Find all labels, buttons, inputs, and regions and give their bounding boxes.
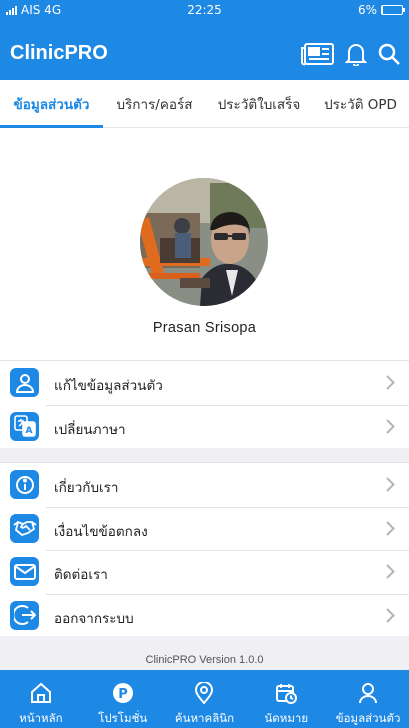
- menu-item-label: เงื่อนไขข้อตกลง: [54, 523, 148, 540]
- menu-item-label: ติดต่อเรา: [54, 567, 108, 583]
- nav-label: นัดหมาย: [264, 711, 309, 725]
- menu-item-contact-us[interactable]: ติดต่อเรา: [0, 550, 409, 594]
- version-label: ClinicPRO Version 1.0.0: [145, 654, 264, 666]
- avatar[interactable]: [140, 178, 268, 306]
- profile-icon: [358, 682, 378, 708]
- bell-icon[interactable]: [345, 42, 367, 66]
- news-icon[interactable]: [301, 42, 335, 66]
- battery-icon: [381, 5, 405, 15]
- home-icon: [30, 682, 52, 708]
- nav-home[interactable]: หน้าหลัก: [0, 670, 82, 728]
- nav-label: หน้าหลัก: [19, 711, 63, 725]
- svg-text:A: A: [25, 426, 32, 436]
- promotion-icon: P: [112, 682, 134, 708]
- profile-section: Prasan Srisopa: [0, 128, 409, 360]
- nav-label: โปรโมชั่น: [98, 711, 148, 725]
- menu-item-label: เกี่ยวกับเรา: [54, 480, 119, 496]
- svg-text:P: P: [118, 687, 128, 702]
- menu-item-terms[interactable]: เงื่อนไขข้อตกลง: [0, 506, 409, 551]
- section-divider: [0, 448, 409, 462]
- status-right: 6%: [357, 3, 405, 17]
- person-icon: [10, 368, 39, 397]
- app-bar: ClinicPRO: [0, 22, 409, 80]
- tab-personal-info[interactable]: ข้อมูลส่วนตัว: [0, 80, 103, 128]
- info-icon: [10, 470, 39, 499]
- tab-services-courses[interactable]: บริการ/คอร์ส: [103, 80, 206, 128]
- battery-percent: 6%: [357, 3, 377, 17]
- nav-label: ค้นหาคลินิก: [174, 711, 235, 725]
- search-icon[interactable]: [377, 42, 401, 66]
- menu-item-logout[interactable]: ออกจากระบบ: [0, 593, 409, 638]
- tab-bar: ข้อมูลส่วนตัว บริการ/คอร์ส ประวัติใบเสร็…: [0, 80, 409, 128]
- nav-label: ข้อมูลส่วนตัว: [335, 711, 401, 725]
- chevron-right-icon: [386, 477, 395, 496]
- tab-receipt-history[interactable]: ประวัติใบเสร็จ: [206, 80, 312, 128]
- menu-item-label: แก้ไขข้อมูลส่วนตัว: [54, 378, 163, 394]
- menu-item-about-us[interactable]: เกี่ยวกับเรา: [0, 463, 409, 507]
- app-bar-actions: [301, 42, 401, 66]
- location-pin-icon: [194, 681, 214, 708]
- translate-icon: A: [10, 411, 39, 441]
- menu-group-info: เกี่ยวกับเรา เงื่อนไขข้อตกลง ติดต่อเรา อ…: [0, 462, 409, 638]
- menu-item-edit-profile[interactable]: แก้ไขข้อมูลส่วนตัว: [0, 361, 409, 405]
- handshake-icon: [10, 513, 39, 543]
- chevron-right-icon: [386, 375, 395, 394]
- chevron-right-icon: [386, 607, 395, 627]
- status-bar: AIS 4G 22:25 6%: [0, 0, 409, 22]
- nav-appointment[interactable]: นัดหมาย: [245, 670, 327, 728]
- app-title: ClinicPRO: [10, 42, 108, 64]
- tab-opd-history[interactable]: ประวัติ OPD: [312, 80, 409, 128]
- chevron-right-icon: [386, 418, 395, 438]
- menu-item-label: เปลี่ยนภาษา: [54, 421, 126, 438]
- logout-icon: [10, 600, 39, 630]
- chevron-right-icon: [386, 564, 395, 583]
- menu-group-account: แก้ไขข้อมูลส่วนตัว A เปลี่ยนภาษา: [0, 360, 409, 449]
- nav-find-clinic[interactable]: ค้นหาคลินิก: [164, 670, 246, 728]
- profile-name: Prasan Srisopa: [152, 320, 257, 336]
- mail-icon: [10, 557, 39, 586]
- chevron-right-icon: [386, 520, 395, 540]
- nav-profile[interactable]: ข้อมูลส่วนตัว: [327, 670, 409, 728]
- nav-promotion[interactable]: P โปรโมชั่น: [82, 670, 164, 728]
- menu-item-label: ออกจากระบบ: [54, 610, 134, 627]
- clock: 22:25: [187, 3, 222, 17]
- calendar-icon: [275, 682, 298, 708]
- menu-item-change-language[interactable]: A เปลี่ยนภาษา: [0, 404, 409, 449]
- bottom-nav: หน้าหลัก P โปรโมชั่น ค้นหาคลินิก นัดหมาย: [0, 670, 409, 728]
